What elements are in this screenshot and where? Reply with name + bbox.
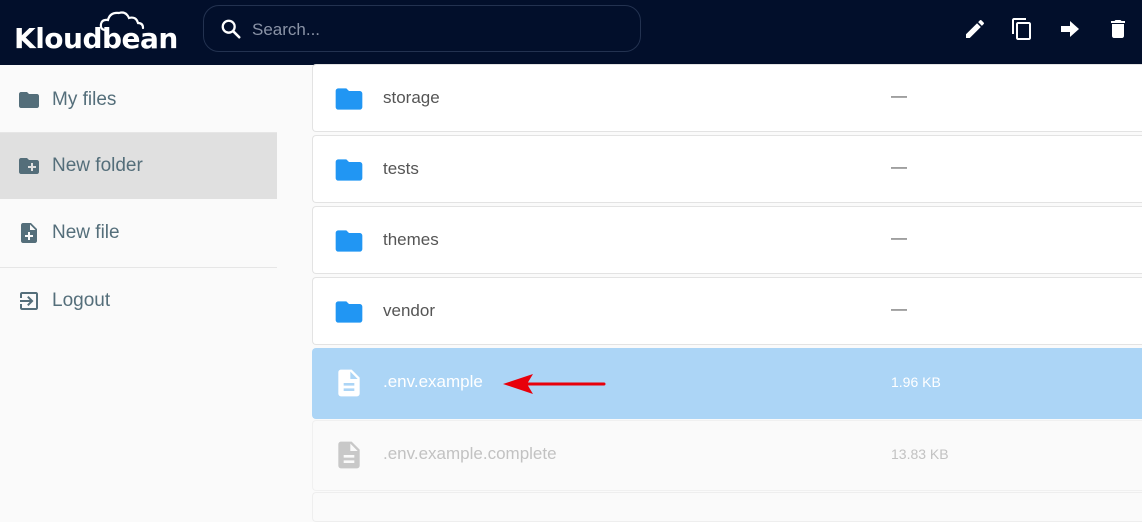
- folder-icon: [335, 159, 363, 181]
- folder-icon: [19, 92, 39, 108]
- sidebar-item-label: My files: [52, 89, 117, 110]
- rename-button[interactable]: [960, 14, 990, 44]
- file-name: storage: [383, 88, 440, 107]
- search-icon: [221, 19, 241, 39]
- sidebar-item-my-files[interactable]: My files: [0, 67, 277, 133]
- file-size: —: [891, 301, 907, 318]
- file-name: tests: [383, 159, 419, 178]
- sidebar-item-logout[interactable]: Logout: [0, 268, 277, 334]
- folder-plus-icon: [19, 158, 39, 174]
- sidebar-item-new-file[interactable]: New file: [0, 200, 277, 266]
- logo-text: Kloudbean: [14, 22, 178, 55]
- file-name: themes: [383, 230, 439, 249]
- sidebar-item-label: New folder: [52, 155, 143, 176]
- file-plus-icon: [21, 223, 37, 243]
- trash-icon: [1111, 20, 1125, 38]
- list-item-selected[interactable]: .env.example 1.96 KB: [312, 348, 1142, 419]
- list-item[interactable]: tests —: [312, 135, 1142, 203]
- kloudbean-logo[interactable]: Kloudbean: [12, 10, 190, 55]
- pencil-icon: [966, 19, 985, 38]
- file-size: 13.83 KB: [891, 446, 949, 462]
- file-size: —: [891, 230, 907, 247]
- sidebar: My files New folder New file Logout: [0, 65, 277, 504]
- copy-icon: [1012, 18, 1031, 40]
- arrow-right-icon: [1061, 21, 1079, 37]
- logout-icon: [20, 292, 38, 310]
- annotation-arrow-icon: [503, 374, 606, 394]
- copy-button[interactable]: [1007, 14, 1037, 44]
- file-size: —: [891, 159, 907, 176]
- file-icon: [338, 441, 360, 469]
- sidebar-item-label: New file: [52, 222, 120, 243]
- sidebar-item-label: Logout: [52, 290, 111, 311]
- file-name: vendor: [383, 301, 435, 320]
- search-input[interactable]: [250, 17, 624, 43]
- folder-icon: [335, 88, 363, 110]
- list-item[interactable]: vendor —: [312, 277, 1142, 345]
- move-button[interactable]: [1055, 14, 1085, 44]
- search-box[interactable]: [203, 5, 641, 52]
- top-bar: Kloudbean: [0, 0, 1142, 65]
- file-list: storage — tests — themes — vendor — .env…: [312, 64, 1142, 522]
- folder-icon: [335, 230, 363, 252]
- file-name: .env.example.complete: [383, 444, 557, 463]
- list-item-partial[interactable]: [312, 492, 1142, 522]
- list-item[interactable]: themes —: [312, 206, 1142, 274]
- list-item[interactable]: storage —: [312, 64, 1142, 132]
- file-size: 1.96 KB: [891, 374, 941, 390]
- delete-button[interactable]: [1103, 14, 1133, 44]
- folder-icon: [335, 301, 363, 323]
- list-item[interactable]: .env.example.complete 13.83 KB: [312, 420, 1142, 491]
- file-size: —: [891, 88, 907, 105]
- file-icon: [338, 369, 360, 397]
- file-name: .env.example: [383, 372, 483, 391]
- sidebar-item-new-folder[interactable]: New folder: [0, 133, 277, 199]
